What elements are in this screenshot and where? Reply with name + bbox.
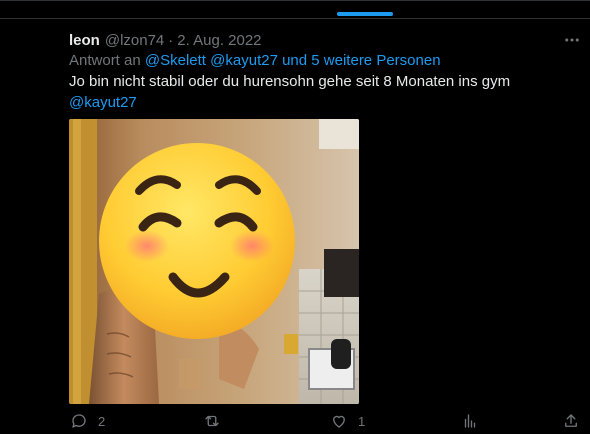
views-button[interactable] bbox=[461, 410, 489, 432]
author-name[interactable]: leon bbox=[69, 32, 100, 49]
photo-image bbox=[69, 119, 359, 404]
tweet-divider bbox=[0, 18, 590, 19]
tweet-text: Jo bin nicht stabil oder du hurensohn ge… bbox=[69, 73, 511, 90]
like-button[interactable]: 1 bbox=[330, 410, 365, 432]
like-count: 1 bbox=[358, 413, 366, 429]
reply-context: Antwort an @Skelett @kayut27 und 5 weite… bbox=[69, 52, 441, 69]
heart-icon bbox=[333, 415, 345, 428]
reply-icon bbox=[72, 414, 86, 428]
tweet-text-mention[interactable]: @kayut27 bbox=[69, 94, 137, 111]
top-divider bbox=[0, 0, 590, 1]
retweet-button[interactable] bbox=[203, 410, 231, 432]
author-handle[interactable]: @lzon74 bbox=[105, 32, 164, 49]
header-separator: · bbox=[168, 31, 174, 49]
more-options-button[interactable] bbox=[560, 30, 584, 50]
more-options-icon bbox=[565, 38, 579, 42]
tweet-header: leon @lzon74 · 2. Aug. 2022 bbox=[69, 30, 262, 50]
analytics-icon bbox=[464, 414, 476, 428]
retweet-icon bbox=[205, 415, 219, 427]
reply-mention-skelett[interactable]: @Skelett bbox=[145, 52, 206, 69]
reply-more-people[interactable]: und 5 weitere Personen bbox=[282, 52, 440, 69]
reply-mention-kayut27[interactable]: @kayut27 bbox=[210, 52, 278, 69]
share-button[interactable] bbox=[562, 410, 580, 432]
reply-prefix: Antwort an bbox=[69, 52, 141, 69]
tweet-date[interactable]: 2. Aug. 2022 bbox=[177, 32, 261, 49]
reply-button[interactable]: 2 bbox=[70, 410, 105, 432]
reply-count: 2 bbox=[98, 413, 106, 429]
tweet-actions-bar: 2 1 bbox=[0, 410, 590, 432]
share-icon bbox=[565, 414, 577, 427]
active-tab-indicator bbox=[337, 12, 393, 16]
tweet-media-photo[interactable] bbox=[69, 119, 359, 404]
